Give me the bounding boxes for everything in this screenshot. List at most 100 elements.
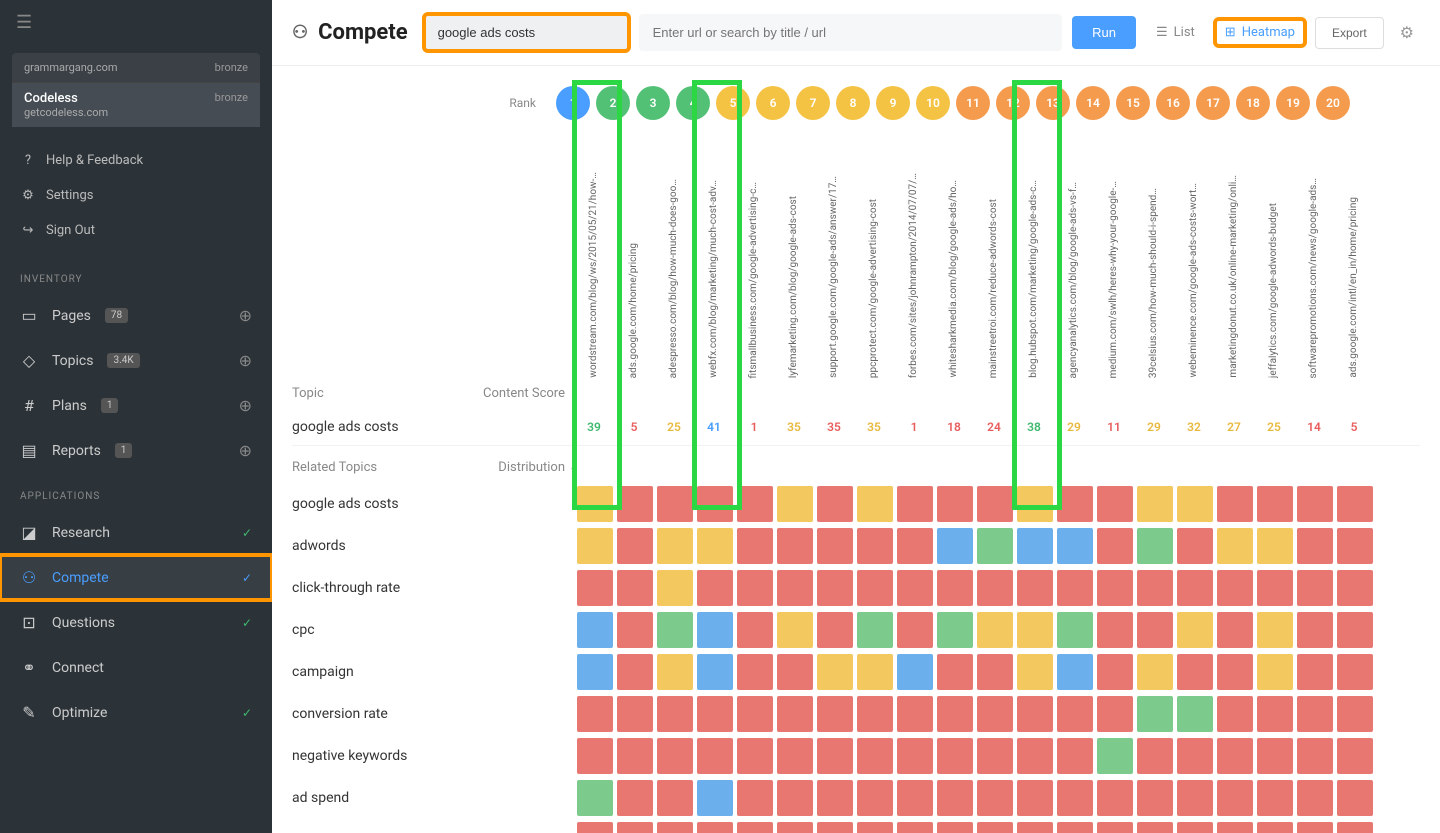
heatmap-cell[interactable] [1297, 654, 1333, 690]
heatmap-cell[interactable] [897, 528, 933, 564]
menu-icon[interactable]: ☰ [0, 0, 272, 45]
heatmap-cell[interactable] [1097, 696, 1133, 732]
heatmap-cell[interactable] [657, 738, 693, 774]
heatmap-cell[interactable] [937, 528, 973, 564]
heatmap-cell[interactable] [977, 738, 1013, 774]
url-cell[interactable]: fitsmallbusiness.com/google-advertising-… [736, 128, 770, 378]
heatmap-cell[interactable] [1097, 612, 1133, 648]
rank-bubble[interactable]: 18 [1236, 86, 1270, 120]
heatmap-cell[interactable] [1177, 654, 1213, 690]
heatmap-cell[interactable] [777, 570, 813, 606]
url-cell[interactable]: webeminence.com/google-ads-costs-wort… [1176, 128, 1210, 378]
heatmap-cell[interactable] [1337, 696, 1373, 732]
heatmap-cell[interactable] [1097, 486, 1133, 522]
heatmap-cell[interactable] [817, 570, 853, 606]
heatmap-cell[interactable] [1257, 738, 1293, 774]
heatmap-cell[interactable] [577, 738, 613, 774]
heatmap-cell[interactable] [977, 528, 1013, 564]
heatmap-cell[interactable] [817, 780, 853, 816]
url-cell[interactable]: ppcprotect.com/google-advertising-cost [856, 128, 890, 378]
heatmap-cell[interactable] [817, 738, 853, 774]
add-icon[interactable]: ⊕ [239, 396, 252, 415]
heatmap-cell[interactable] [1297, 780, 1333, 816]
rank-bubble[interactable]: 8 [836, 86, 870, 120]
heatmap-cell[interactable] [937, 822, 973, 833]
heatmap-cell[interactable] [1217, 654, 1253, 690]
heatmap-cell[interactable] [657, 822, 693, 833]
heatmap-cell[interactable] [897, 822, 933, 833]
rank-bubble[interactable]: 13 [1036, 86, 1070, 120]
distribution-header[interactable]: Distribution [467, 460, 577, 475]
heatmap-cell[interactable] [1057, 570, 1093, 606]
heatmap-cell[interactable] [1177, 570, 1213, 606]
heatmap-cell[interactable] [1177, 486, 1213, 522]
heatmap-cell[interactable] [1097, 528, 1133, 564]
heatmap-cell[interactable] [857, 486, 893, 522]
heatmap-cell[interactable] [977, 696, 1013, 732]
rank-bubble[interactable]: 16 [1156, 86, 1190, 120]
heatmap-cell[interactable] [737, 654, 773, 690]
heatmap-cell[interactable] [937, 570, 973, 606]
nav-compete[interactable]: ⚇ Compete ✓ [0, 555, 272, 600]
heatmap-cell[interactable] [1057, 612, 1093, 648]
help-link[interactable]: ?Help & Feedback [0, 143, 272, 178]
heatmap-cell[interactable] [577, 612, 613, 648]
rank-bubble[interactable]: 7 [796, 86, 830, 120]
heatmap-cell[interactable] [737, 780, 773, 816]
heatmap-cell[interactable] [897, 780, 933, 816]
nav-plans[interactable]: # Plans 1 ⊕ [0, 383, 272, 428]
heatmap-cell[interactable] [1337, 486, 1373, 522]
heatmap-cell[interactable] [857, 738, 893, 774]
heatmap-cell[interactable] [1097, 654, 1133, 690]
export-button[interactable]: Export [1315, 17, 1384, 49]
heatmap-cell[interactable] [577, 780, 613, 816]
heatmap-cell[interactable] [1017, 654, 1053, 690]
heatmap-cell[interactable] [1177, 780, 1213, 816]
run-button[interactable]: Run [1072, 16, 1136, 49]
heatmap-cell[interactable] [1297, 738, 1333, 774]
heatmap-cell[interactable] [857, 570, 893, 606]
nav-optimize[interactable]: ✎ Optimize ✓ [0, 690, 272, 735]
rank-bubble[interactable]: 5 [716, 86, 750, 120]
heatmap-cell[interactable] [617, 654, 653, 690]
heatmap-cell[interactable] [657, 570, 693, 606]
heatmap-cell[interactable] [1217, 528, 1253, 564]
heatmap-cell[interactable] [617, 738, 653, 774]
heatmap-cell[interactable] [697, 738, 733, 774]
heatmap-cell[interactable] [1177, 528, 1213, 564]
heatmap-cell[interactable] [617, 612, 653, 648]
heatmap-cell[interactable] [1017, 738, 1053, 774]
rank-bubble[interactable]: 6 [756, 86, 790, 120]
rank-bubble[interactable]: 1 [556, 86, 590, 120]
url-cell[interactable]: marketingdonut.co.uk/online-marketing/on… [1216, 128, 1250, 378]
heatmap-cell[interactable] [777, 654, 813, 690]
heatmap-cell[interactable] [697, 780, 733, 816]
heatmap-cell[interactable] [577, 528, 613, 564]
rank-bubble[interactable]: 11 [956, 86, 990, 120]
url-cell[interactable]: forbes.com/sites/johnrampton/2014/07/07/… [896, 128, 930, 378]
signout-link[interactable]: ↪Sign Out [0, 213, 272, 248]
heatmap-cell[interactable] [577, 486, 613, 522]
rank-bubble[interactable]: 15 [1116, 86, 1150, 120]
add-icon[interactable]: ⊕ [239, 306, 252, 325]
heatmap-cell[interactable] [1257, 654, 1293, 690]
heatmap-cell[interactable] [1217, 822, 1253, 833]
heatmap-cell[interactable] [1137, 822, 1173, 833]
url-cell[interactable]: ads.google.com/home/pricing [616, 128, 650, 378]
heatmap-cell[interactable] [1217, 780, 1253, 816]
heatmap-cell[interactable] [937, 738, 973, 774]
url-cell[interactable]: wordstream.com/blog/ws/2015/05/21/how-… [576, 128, 610, 378]
heatmap-cell[interactable] [977, 780, 1013, 816]
heatmap-cell[interactable] [697, 486, 733, 522]
nav-pages[interactable]: ▭ Pages 78 ⊕ [0, 293, 272, 338]
workspace-item[interactable]: grammargang.com bronze [12, 53, 260, 83]
url-cell[interactable]: agencyanalytics.com/blog/google-ads-vs-f… [1056, 128, 1090, 378]
heatmap-cell[interactable] [977, 612, 1013, 648]
heatmap-cell[interactable] [777, 486, 813, 522]
rank-bubble[interactable]: 14 [1076, 86, 1110, 120]
heatmap-cell[interactable] [1057, 780, 1093, 816]
heatmap-cell[interactable] [817, 612, 853, 648]
heatmap-cell[interactable] [817, 528, 853, 564]
heatmap-cell[interactable] [1137, 738, 1173, 774]
heatmap-cell[interactable] [737, 822, 773, 833]
